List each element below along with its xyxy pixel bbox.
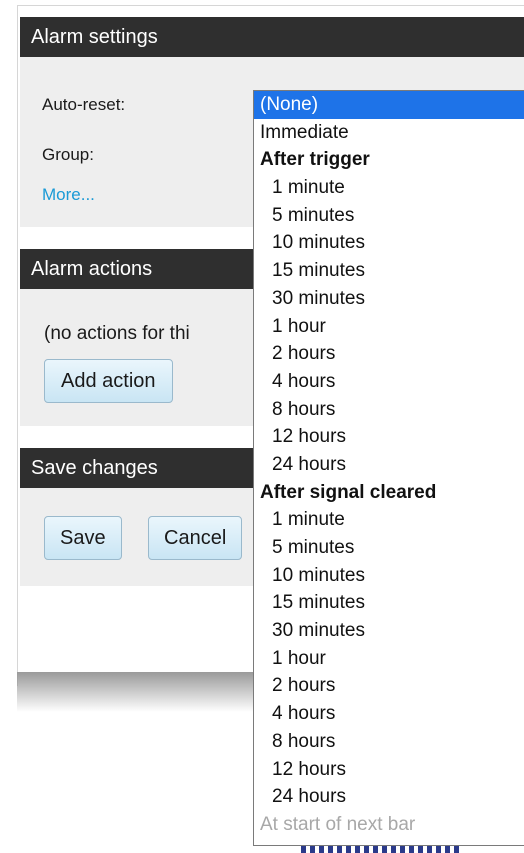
dropdown-option[interactable]: 15 minutes	[254, 257, 524, 285]
dropdown-option[interactable]: 12 hours	[254, 423, 524, 451]
dropdown-option[interactable]: 4 hours	[254, 368, 524, 396]
dropdown-option[interactable]: 8 hours	[254, 728, 524, 756]
add-action-button[interactable]: Add action	[44, 359, 173, 403]
auto-reset-dropdown-list[interactable]: (None) Immediate After trigger 1 minute 5 mi…	[253, 90, 524, 846]
dropdown-option: At start of next bar	[260, 813, 416, 835]
dropdown-option[interactable]: 2 hours	[254, 340, 524, 368]
alarm-settings-header: Alarm settings	[20, 17, 524, 57]
dropdown-option[interactable]: 24 hours	[254, 451, 524, 479]
dropdown-option[interactable]: 1 hour	[254, 313, 524, 341]
dropdown-option[interactable]: Immediate	[254, 119, 524, 147]
dropdown-option[interactable]: 4 hours	[254, 700, 524, 728]
group-label: Group:	[42, 145, 94, 164]
dropdown-option[interactable]: 5 minutes	[254, 202, 524, 230]
cancel-button[interactable]: Cancel	[148, 516, 243, 560]
dropdown-option[interactable]: 10 minutes	[254, 562, 524, 590]
dropdown-option[interactable]: 1 minute	[254, 506, 524, 534]
dropdown-group-header: After signal cleared	[260, 481, 437, 503]
dropdown-option[interactable]: 15 minutes	[254, 589, 524, 617]
dropdown-option[interactable]: 12 hours	[254, 756, 524, 784]
auto-reset-label: Auto-reset:	[42, 95, 126, 114]
dropdown-option[interactable]: (None)	[254, 91, 524, 119]
no-actions-text: (no actions for thi	[44, 323, 190, 344]
more-link[interactable]: More...	[42, 185, 95, 205]
toolbar-icons-strip	[301, 846, 461, 853]
dropdown-group-header: After trigger	[260, 149, 370, 171]
dropdown-option[interactable]: 5 minutes	[254, 534, 524, 562]
dropdown-option[interactable]: 8 hours	[254, 396, 524, 424]
dropdown-option[interactable]: 30 minutes	[254, 617, 524, 645]
dropdown-option[interactable]: 30 minutes	[254, 285, 524, 313]
dropdown-option[interactable]: 2 hours	[254, 672, 524, 700]
dropdown-option[interactable]: 1 minute	[254, 174, 524, 202]
dropdown-option[interactable]: 10 minutes	[254, 229, 524, 257]
save-button[interactable]: Save	[44, 516, 122, 560]
dropdown-option[interactable]: 1 hour	[254, 645, 524, 673]
dropdown-option[interactable]: 24 hours	[254, 783, 524, 811]
